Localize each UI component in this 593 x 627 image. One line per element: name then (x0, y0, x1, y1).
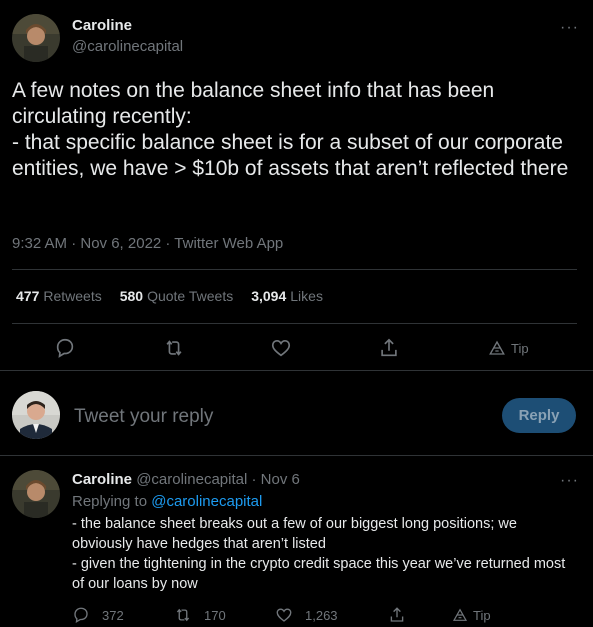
reply-like-count: 1,263 (305, 607, 338, 623)
retweets-label: Retweets (43, 288, 102, 304)
like-button[interactable] (270, 337, 292, 359)
reply-date[interactable]: · Nov 6 (251, 471, 299, 488)
tip-button[interactable]: Tip (488, 339, 529, 357)
retweet-icon (166, 340, 182, 356)
reply-composer: Tweet your reply Reply (0, 383, 593, 455)
retweet-button[interactable] (163, 337, 185, 359)
reply-author-name[interactable]: Caroline (72, 471, 132, 488)
reply-header: Caroline @carolinecapital · Nov 6 (72, 471, 300, 488)
divider (12, 269, 577, 270)
quotes-count: 580 (119, 288, 144, 304)
reply-icon (74, 607, 88, 624)
tweet-stats: 477 Retweets 580 Quote Tweets 3,094 Likes (16, 288, 323, 304)
reply-like-button[interactable]: 1,263 (275, 606, 338, 624)
author-handle[interactable]: @carolinecapital (72, 38, 183, 55)
likes-count: 3,094 (251, 288, 287, 304)
reply-submit-button[interactable]: Reply (502, 398, 576, 433)
tweet-text: A few notes on the balance sheet info th… (12, 79, 569, 180)
replying-to: Replying to @carolinecapital (72, 493, 262, 510)
retweet-icon (176, 608, 190, 622)
tip-label: Tip (511, 340, 529, 356)
reply-tip-label: Tip (473, 607, 491, 623)
reply-tip-button[interactable]: Tip (452, 607, 491, 623)
reply-author-handle[interactable]: @carolinecapital (136, 471, 247, 488)
likes-stat[interactable]: 3,094 Likes (251, 288, 323, 304)
share-icon (390, 607, 404, 622)
tip-icon (452, 608, 468, 621)
reply-button[interactable] (54, 337, 76, 359)
author-avatar[interactable] (12, 14, 60, 62)
likes-label: Likes (290, 288, 323, 304)
tweet-meta[interactable]: 9:32 AM · Nov 6, 2022 · Twitter Web App (12, 235, 283, 252)
share-button[interactable] (378, 337, 400, 359)
reply-text: - the balance sheet breaks out a few of … (72, 516, 566, 592)
user-avatar[interactable] (12, 391, 60, 439)
reply-author-avatar[interactable] (12, 470, 60, 518)
reply-share-button[interactable] (388, 606, 406, 624)
divider (0, 370, 593, 371)
heart-icon (276, 608, 292, 622)
heart-icon (271, 340, 291, 357)
author-name[interactable]: Caroline (72, 17, 132, 34)
reply-icon (56, 338, 74, 358)
tip-icon (489, 340, 505, 355)
replying-to-link[interactable]: @carolinecapital (151, 493, 262, 510)
reply-more-options-icon[interactable]: ··· (560, 473, 579, 489)
more-options-icon[interactable]: ··· (560, 20, 579, 36)
retweets-count: 477 (16, 288, 40, 304)
retweets-stat[interactable]: 477 Retweets (16, 288, 102, 304)
quotes-label: Quote Tweets (147, 288, 234, 304)
reply-retweet-button[interactable]: 170 (174, 606, 226, 624)
reply-tweet[interactable]: Caroline @carolinecapital · Nov 6 ··· Re… (0, 456, 593, 627)
quote-tweets-stat[interactable]: 580 Quote Tweets (120, 288, 234, 304)
reply-retweet-count: 170 (204, 607, 226, 623)
replying-prefix: Replying to (72, 493, 152, 510)
reply-input[interactable]: Tweet your reply (74, 406, 213, 428)
reply-reply-button[interactable]: 372 (72, 606, 124, 624)
divider (12, 323, 577, 324)
share-icon (381, 338, 397, 357)
reply-reply-count: 372 (102, 607, 124, 623)
